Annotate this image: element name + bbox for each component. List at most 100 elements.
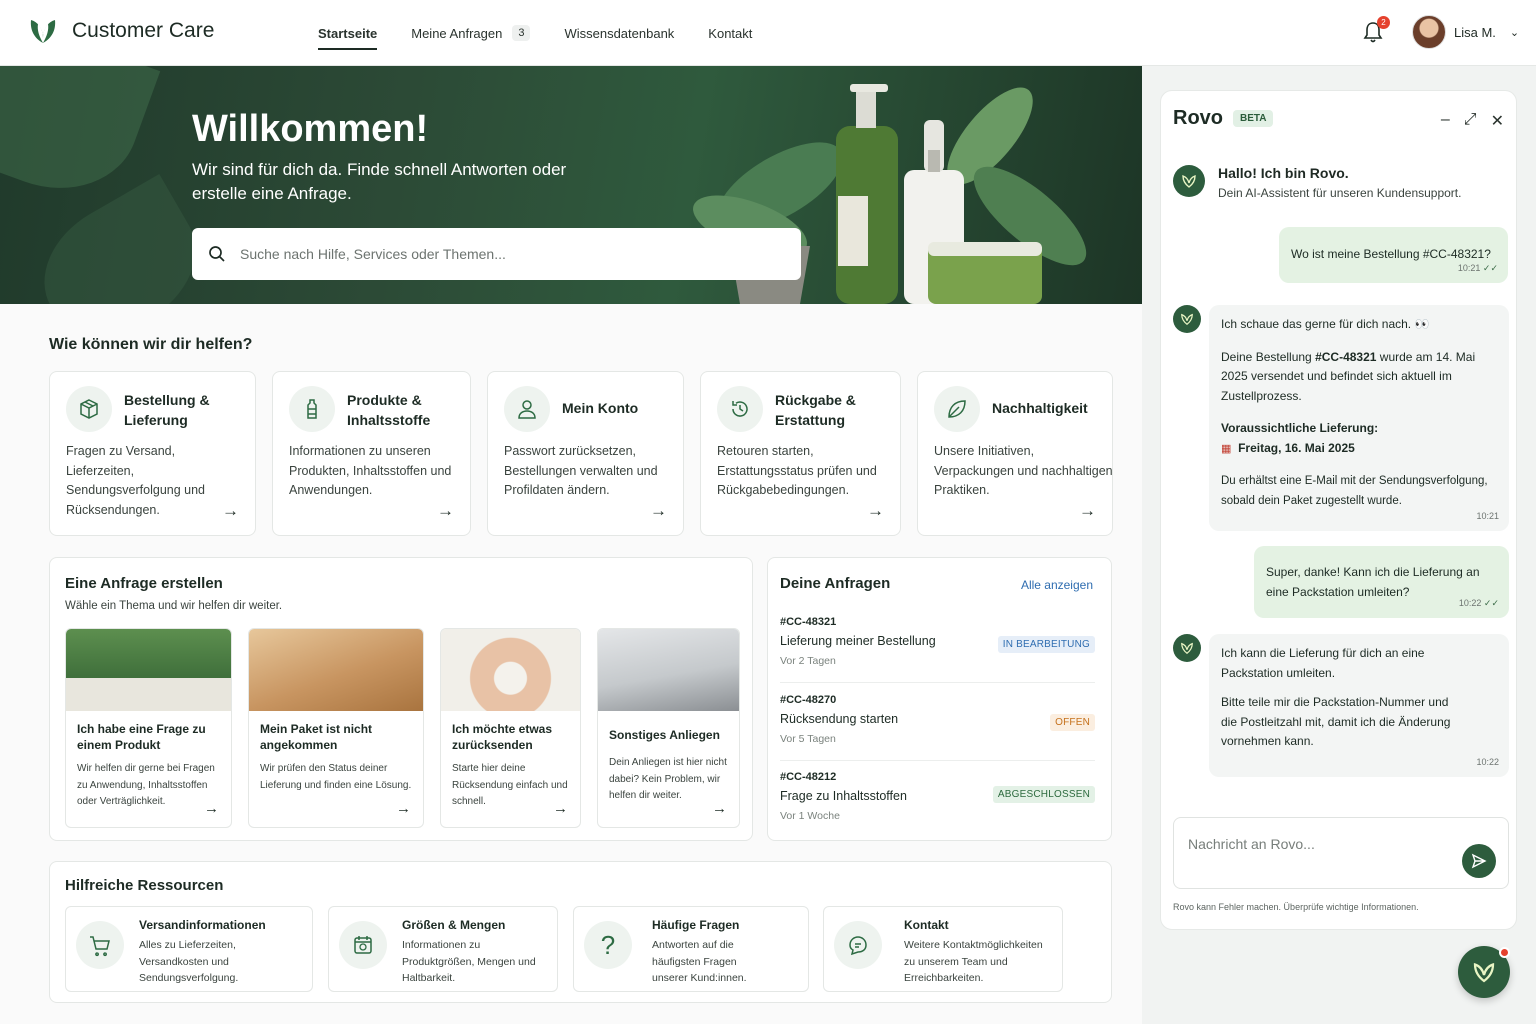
user-name: Lisa M.: [1454, 24, 1496, 40]
resource-card-groessen[interactable]: Größen & Mengen Informationen zu Produkt…: [328, 906, 558, 992]
avatar: [1412, 15, 1446, 49]
request-card-title: Mein Paket ist nicht angekommen: [260, 722, 373, 752]
user-menu[interactable]: Lisa M. ⌄: [1412, 15, 1519, 49]
request-card-title: Ich möchte etwas zurücksenden: [452, 722, 553, 752]
chat-icon: [834, 921, 882, 969]
request-row[interactable]: #CC-48270 Rücksendung starten Vor 5 Tage…: [780, 694, 1095, 745]
resource-description: Informationen zu Produktgrößen, Mengen u…: [402, 939, 536, 984]
chat-message-input[interactable]: [1188, 836, 1448, 858]
arrow-right-icon: →: [650, 501, 667, 520]
message-time: 10:21 ✓✓: [1458, 259, 1498, 279]
category-card-konto[interactable]: Mein Konto Passwort zurücksetzen, Bestel…: [487, 371, 684, 536]
user-icon: [504, 386, 550, 432]
delivery-label: Voraussichtliche Lieferung:: [1221, 421, 1379, 435]
category-title: Nachhaltigkeit: [992, 400, 1088, 416]
category-description: Informationen zu unseren Produkten, Inha…: [289, 444, 452, 497]
help-section-title: Wie können wir dir helfen?: [49, 336, 253, 353]
request-card-paket[interactable]: Mein Paket ist nicht angekommen Wir prüf…: [248, 628, 424, 828]
product-plants-image: [66, 629, 231, 711]
request-row[interactable]: #CC-48321 Lieferung meiner Bestellung Vo…: [780, 616, 1095, 667]
laptop-typing-image: [598, 629, 739, 711]
brand-name: Customer Care: [72, 19, 215, 42]
request-card-description: Wir prüfen den Status deiner Lieferung u…: [260, 763, 412, 791]
cart-icon: [76, 921, 124, 969]
user-message: Wo ist meine Bestellung #CC-48321? 10:21…: [1279, 227, 1508, 283]
arrow-right-icon: →: [712, 800, 727, 817]
greeting-title: Hallo! Ich bin Rovo.: [1218, 165, 1349, 181]
category-card-produkte[interactable]: Produkte & Inhaltsstoffe Informationen z…: [272, 371, 471, 536]
request-age: Vor 5 Tagen: [780, 733, 836, 745]
category-card-nachhaltigkeit[interactable]: Nachhaltigkeit Unsere Initiativen, Verpa…: [917, 371, 1113, 536]
message-text: Ich schaue das gerne für dich nach. 👀: [1221, 317, 1430, 331]
resources-title: Hilfreiche Ressourcen: [65, 877, 224, 894]
cardboard-box-image: [249, 629, 423, 711]
calendar-icon: [339, 921, 387, 969]
resource-card-versand[interactable]: Versandinformationen Alles zu Lieferzeit…: [65, 906, 313, 992]
nav-startseite[interactable]: Startseite: [318, 0, 378, 66]
rovo-launcher-button[interactable]: [1458, 946, 1510, 998]
brand-logo-icon: [30, 20, 56, 43]
nav-label: Kontakt: [708, 25, 753, 41]
status-badge: ABGESCHLOSSEN: [992, 786, 1095, 803]
nav-label: Meine Anfragen: [411, 25, 503, 41]
category-description: Unsere Initiativen, Verpackungen und nac…: [934, 444, 1113, 497]
request-card-sonstiges[interactable]: Sonstiges Anliegen Dein Anliegen ist hie…: [597, 628, 740, 828]
help-categories: Bestellung & Lieferung Fragen zu Versand…: [49, 371, 1113, 536]
message-time: 10:21: [1476, 510, 1499, 521]
chat-header: Rovo BETA: [1173, 107, 1274, 130]
show-all-link[interactable]: Alle anzeigen: [1021, 578, 1093, 592]
calendar-icon: ▦: [1221, 442, 1232, 455]
category-title: Bestellung & Lieferung: [124, 392, 210, 428]
read-check-icon: ✓✓: [1482, 262, 1498, 273]
request-card-produkt[interactable]: Ich habe eine Frage zu einem Produkt Wir…: [65, 628, 232, 828]
resource-card-kontakt[interactable]: Kontakt Weitere Kontaktmöglichkeiten zu …: [823, 906, 1063, 992]
nav-kontakt[interactable]: Kontakt: [708, 0, 752, 66]
nav-meine-anfragen[interactable]: Meine Anfragen 3: [411, 0, 531, 66]
hero-title: Willkommen!: [192, 108, 429, 150]
request-row[interactable]: #CC-48212 Frage zu Inhaltsstoffen Vor 1 …: [780, 771, 1095, 822]
category-title: Mein Konto: [562, 400, 639, 416]
nav-wissensdatenbank[interactable]: Wissensdatenbank: [564, 0, 674, 66]
chat-input-box: [1173, 817, 1509, 889]
resource-title: Kontakt: [904, 918, 949, 932]
notification-count-badge: 2: [1377, 16, 1390, 29]
request-card-ruecksendung[interactable]: Ich möchte etwas zurücksenden Starte hie…: [440, 628, 581, 828]
minimize-icon[interactable]: –: [1441, 111, 1450, 131]
close-icon[interactable]: ✕: [1491, 111, 1504, 131]
category-description: Fragen zu Versand, Lieferzeiten, Sendung…: [66, 444, 206, 517]
chat-disclaimer: Rovo kann Fehler machen. Überprüfe wicht…: [1173, 902, 1419, 912]
beta-badge: BETA: [1233, 110, 1274, 127]
message-fragment: Deine Bestellung: [1221, 349, 1316, 364]
top-navigation-bar: Customer Care Startseite Meine Anfragen 3…: [0, 0, 1536, 66]
category-card-rueckgabe[interactable]: Rückgabe & Erstattung Retouren starten, …: [700, 371, 901, 536]
arrow-right-icon: →: [204, 800, 219, 817]
resource-card-faq[interactable]: ? Häufige Fragen Antworten auf die häufi…: [573, 906, 809, 992]
leaf-decoration: [20, 174, 220, 304]
bottle-icon: [289, 386, 335, 432]
category-description: Retouren starten, Erstattungsstatus prüf…: [717, 444, 877, 497]
send-icon: [1471, 853, 1487, 869]
package-icon: [66, 386, 112, 432]
arrow-right-icon: →: [222, 501, 239, 520]
rovo-avatar-icon: [1173, 634, 1201, 662]
main-content: Wie können wir dir helfen? Bestellung & …: [0, 304, 1142, 1024]
main-nav: Startseite Meine Anfragen 3 Wissensdatenb…: [318, 0, 752, 66]
delivery-date: ▦ Freitag, 16. Mai 2025: [1221, 439, 1497, 460]
resource-title: Häufige Fragen: [652, 918, 740, 932]
request-card-description: Dein Anliegen ist hier nicht dabei? Kein…: [609, 757, 727, 801]
expand-icon[interactable]: ⤢: [1464, 111, 1477, 131]
brand[interactable]: Customer Care: [28, 16, 214, 46]
resource-description: Antworten auf die häufigsten Fragen unse…: [652, 939, 747, 984]
my-requests-title: Deine Anfragen: [780, 575, 891, 592]
message-text: Deine Bestellung #CC-48321 wurde am 14. …: [1221, 348, 1497, 407]
assistant-sidebar: Rovo BETA – ⤢ ✕ Hallo! Ich bin Rovo. Dei…: [1142, 66, 1536, 1024]
search-input[interactable]: [240, 246, 760, 262]
read-check-icon: ✓✓: [1483, 597, 1499, 608]
chat-panel: Rovo BETA – ⤢ ✕ Hallo! Ich bin Rovo. Dei…: [1160, 90, 1517, 930]
search-bar[interactable]: [192, 228, 801, 280]
send-button[interactable]: [1462, 844, 1496, 878]
category-card-bestellung[interactable]: Bestellung & Lieferung Fragen zu Versand…: [49, 371, 256, 536]
create-request-subtitle: Wähle ein Thema und wir helfen dir weite…: [65, 600, 283, 612]
request-age: Vor 1 Woche: [780, 810, 840, 822]
notifications-button[interactable]: 2: [1362, 16, 1390, 44]
